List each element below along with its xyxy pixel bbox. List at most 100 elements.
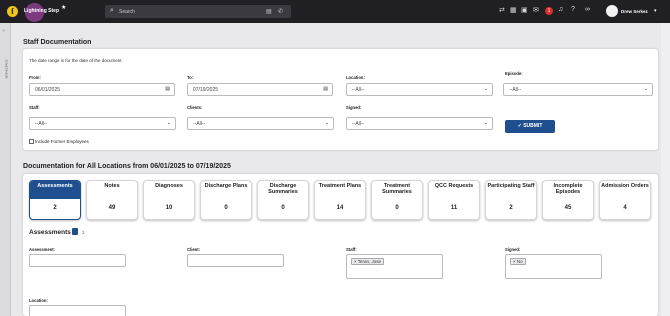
- tile-admission-orders[interactable]: Admission Orders 4: [599, 180, 651, 220]
- favorite-star-icon[interactable]: ★: [61, 4, 66, 11]
- staff-filter-input[interactable]: × Teran, Jose: [346, 254, 443, 279]
- search-input[interactable]: Search: [119, 9, 135, 15]
- location-label: Location:: [346, 75, 365, 80]
- date-range-note: The date range is for the date of the do…: [29, 58, 122, 63]
- help-icon[interactable]: ?: [571, 6, 575, 13]
- tile-count: 4: [623, 205, 627, 211]
- submit-label: SUBMIT: [523, 123, 543, 129]
- location-filter-input[interactable]: [29, 305, 126, 316]
- episode-select[interactable]: --All-- ⌄: [503, 83, 653, 96]
- signed-filter-tag[interactable]: × No: [510, 258, 526, 265]
- avatar[interactable]: [606, 5, 618, 17]
- staff-value: --All--: [35, 121, 48, 127]
- notification-count-badge[interactable]: 1: [545, 7, 553, 15]
- document-icon: [72, 228, 78, 235]
- link-icon[interactable]: ∞: [585, 6, 590, 13]
- location-filter-label: Location:: [29, 298, 48, 303]
- tile-count: 10: [165, 205, 173, 211]
- chevron-down-icon: ⌄: [324, 120, 329, 126]
- tile-assessments[interactable]: Assessments 2: [29, 180, 81, 220]
- tile-count: 0: [281, 205, 285, 211]
- tile-treatment-summaries[interactable]: Treatment Summaries 0: [371, 180, 423, 220]
- tile-name: Treatment Summaries: [382, 183, 412, 195]
- tile-count: 49: [108, 205, 116, 211]
- top-bar: f Lightning Step ★ ⌕ Search ▤ ✆ ⇄ ▦ ▣ ✉ …: [0, 0, 670, 23]
- shuffle-icon[interactable]: ⇄: [499, 6, 505, 14]
- tile-name: QCC Requests: [434, 183, 474, 189]
- signed-filter-input[interactable]: × No: [505, 254, 602, 279]
- to-date-input[interactable]: 07/19/2025 ▤: [187, 83, 333, 96]
- tile-diagnoses[interactable]: Diagnoses 10: [143, 180, 195, 220]
- user-name[interactable]: Drew Serkez: [621, 9, 648, 14]
- signed-select[interactable]: --All-- ⌄: [346, 117, 493, 130]
- episode-value: --All--: [509, 87, 522, 93]
- from-date-input[interactable]: 06/01/2025 ▤: [29, 83, 175, 96]
- include-former-checkbox[interactable]: [29, 139, 34, 144]
- bell-icon[interactable]: ♫: [558, 6, 563, 13]
- global-search[interactable]: ⌕ Search ▤ ✆: [105, 5, 291, 18]
- tile-name: Treatment Plans: [318, 183, 362, 189]
- app-logo[interactable]: f: [6, 5, 19, 18]
- chevron-left-icon[interactable]: ‹: [3, 28, 5, 34]
- assessment-filter-label: Assessment:: [29, 247, 56, 252]
- assessments-heading: Assessments: [29, 229, 71, 236]
- to-date-value: 07/19/2025: [193, 87, 219, 93]
- grid-icon[interactable]: ▣: [521, 6, 528, 14]
- calendar-icon[interactable]: ▤: [165, 86, 170, 92]
- tile-name: Diagnoses: [155, 183, 183, 189]
- staff-filter-tag[interactable]: × Teran, Jose: [351, 258, 385, 265]
- phone-icon[interactable]: ✆: [278, 8, 283, 15]
- calendar-icon[interactable]: ▤: [266, 8, 272, 15]
- brand-name[interactable]: Lightning Step: [24, 8, 59, 14]
- chevron-down-icon: ⌄: [166, 120, 171, 126]
- tile-qcc-requests[interactable]: QCC Requests 11: [428, 180, 480, 220]
- from-date-value: 06/01/2025: [35, 87, 61, 93]
- from-label: From:: [29, 75, 41, 80]
- tile-count: 11: [450, 205, 458, 211]
- tile-participating-staff[interactable]: Participating Staff 2: [485, 180, 537, 220]
- clients-value: --All--: [193, 121, 206, 127]
- tile-discharge-summaries[interactable]: Discharge Summaries 0: [257, 180, 309, 220]
- client-filter-input[interactable]: [187, 254, 284, 267]
- sidebar-label[interactable]: WORKSPACE: [5, 59, 9, 78]
- tile-name: Participating Staff: [487, 183, 535, 189]
- location-select[interactable]: --All-- ⌄: [346, 83, 493, 96]
- chevron-down-icon: ⌄: [643, 86, 648, 92]
- staff-label: Staff:: [29, 105, 40, 110]
- episode-label: Episode:: [505, 71, 523, 76]
- page-title: Staff Documentation: [23, 39, 92, 46]
- tile-count: 0: [224, 205, 228, 211]
- tile-count: 45: [564, 205, 572, 211]
- tile-count: 0: [395, 205, 399, 211]
- signed-value: --All--: [352, 121, 365, 127]
- filter-card: [23, 49, 658, 150]
- calendar-icon[interactable]: ▤: [323, 86, 328, 92]
- include-former-label[interactable]: Include Former Employees: [35, 139, 89, 144]
- chat-icon[interactable]: ✉: [533, 6, 539, 14]
- chevron-down-icon: ⌄: [483, 86, 488, 92]
- assessments-count: 2: [82, 230, 85, 235]
- clients-select[interactable]: --All-- ⌄: [187, 117, 334, 130]
- tile-discharge-plans[interactable]: Discharge Plans 0: [200, 180, 252, 220]
- tile-incomplete-episodes[interactable]: Incomplete Episodes 45: [542, 180, 594, 220]
- scrollbar[interactable]: [661, 23, 670, 316]
- tile-name: Assessments: [37, 183, 73, 189]
- tile-treatment-plans[interactable]: Treatment Plans 14: [314, 180, 366, 220]
- signed-filter-label: Signed:: [505, 247, 521, 252]
- submit-button[interactable]: ✓ SUBMIT: [505, 120, 555, 133]
- staff-select[interactable]: --All-- ⌄: [29, 117, 176, 130]
- client-filter-label: Client:: [187, 247, 201, 252]
- staff-filter-label: Staff:: [346, 247, 357, 252]
- collapsed-sidebar: ‹ WORKSPACE: [0, 23, 11, 316]
- tile-name: Notes: [104, 183, 120, 189]
- assessment-filter-input[interactable]: [29, 254, 126, 267]
- tile-notes[interactable]: Notes 49: [86, 180, 138, 220]
- tile-name: Discharge Plans: [204, 183, 248, 189]
- signed-label: Signed:: [346, 105, 362, 110]
- search-icon: ⌕: [110, 7, 114, 14]
- chevron-down-icon[interactable]: ▾: [654, 8, 657, 14]
- tile-count: 2: [509, 205, 513, 211]
- tile-count: 2: [53, 205, 57, 211]
- tile-name: Discharge Summaries: [268, 183, 298, 195]
- calendar-icon[interactable]: ▦: [510, 6, 517, 14]
